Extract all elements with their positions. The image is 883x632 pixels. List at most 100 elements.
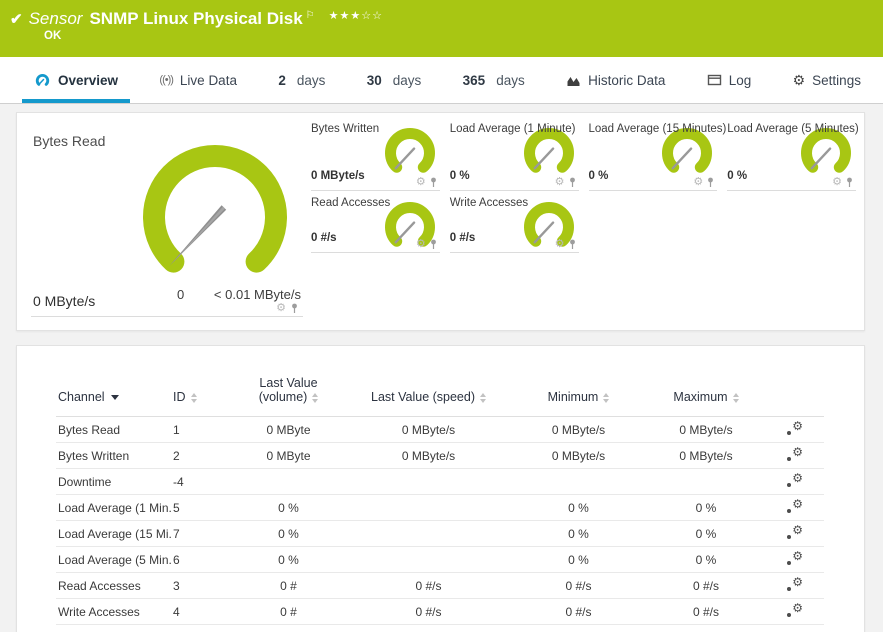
cell-last-value-speed: 0 MByte/s xyxy=(346,442,511,469)
table-row: Load Average (5 Min... 6 0 % 0 % 0 % ⚙ xyxy=(56,546,824,573)
cell-last-value-volume: 0 # xyxy=(231,598,346,625)
gauge-settings-gear-icon[interactable]: ⚙ xyxy=(416,177,426,188)
tab-days-number: 2 xyxy=(278,72,286,88)
gauge-settings-gear-icon[interactable]: ⚙ xyxy=(832,177,842,188)
col-header-last-value-volume[interactable]: Last Value (volume) xyxy=(231,360,346,417)
channel-settings-icon[interactable]: ⚙ xyxy=(787,420,803,436)
sort-icon xyxy=(480,392,486,403)
tab-days-unit: days xyxy=(392,72,422,88)
tab-label: Live Data xyxy=(179,72,237,88)
cell-last-value-speed: 0 #/s xyxy=(346,572,511,599)
cell-maximum: 0 % xyxy=(646,520,766,547)
tab-bar: Overview ((•)) Live Data 2 days 30 days … xyxy=(0,57,883,104)
cell-id: 6 xyxy=(171,546,231,573)
small-gauge-load-average-1min: Load Average (1 Minute) 0 % ⚙ xyxy=(449,121,579,191)
cell-channel: Bytes Written xyxy=(56,442,171,469)
tab-settings[interactable]: ⚙ Settings xyxy=(785,57,869,103)
cell-minimum: 0 MByte/s xyxy=(511,442,646,469)
cell-channel: Load Average (15 Mi... xyxy=(56,520,171,547)
channel-settings-icon[interactable]: ⚙ xyxy=(787,602,803,618)
gauge-title: Read Accesses xyxy=(311,197,391,209)
cell-last-value-volume: 0 MByte xyxy=(231,442,346,469)
log-window-icon xyxy=(707,74,721,86)
cell-id: 7 xyxy=(171,520,231,547)
cell-channel: Load Average (1 Min... xyxy=(56,494,171,521)
channel-settings-icon[interactable]: ⚙ xyxy=(787,446,803,462)
small-gauge-write-accesses: Write Accesses 0 #/s ⚙ xyxy=(449,195,579,253)
tab-2-days[interactable]: 2 days xyxy=(270,57,333,103)
gauge-title: Bytes Written xyxy=(311,123,380,135)
gauge-pin-icon[interactable] xyxy=(845,177,854,188)
tab-days-unit: days xyxy=(496,72,525,88)
cell-minimum: 0 #/s xyxy=(511,572,646,599)
cell-channel: Load Average (5 Min... xyxy=(56,546,171,573)
cell-last-value-speed: 0 #/s xyxy=(346,598,511,625)
small-gauge-load-average-15min: Load Average (15 Minutes) 0 % ⚙ xyxy=(588,121,726,191)
col-header-channel[interactable]: Channel xyxy=(56,360,171,417)
gauge-title: Load Average (1 Minute) xyxy=(449,123,576,135)
gauge-settings-gear-icon[interactable]: ⚙ xyxy=(555,239,565,250)
col-header-minimum[interactable]: Minimum xyxy=(511,360,646,417)
priority-flag-icon[interactable]: ⚐ xyxy=(306,10,315,21)
col-header-id[interactable]: ID xyxy=(171,360,231,417)
gauge-pin-icon[interactable] xyxy=(429,239,438,250)
gauge-scale-min: 0 xyxy=(177,287,185,302)
channel-settings-icon[interactable]: ⚙ xyxy=(787,576,803,592)
cell-minimum xyxy=(511,468,646,495)
status-ok-check-icon: ✔ xyxy=(10,11,23,28)
channels-table: Channel ID Last Value (volume) Last Valu… xyxy=(56,360,824,625)
gauge-dial xyxy=(143,145,287,273)
table-row: Bytes Written 2 0 MByte 0 MByte/s 0 MByt… xyxy=(56,442,824,469)
gauge-pin-icon[interactable] xyxy=(706,177,715,188)
cell-last-value-speed xyxy=(346,520,511,547)
gauge-settings-gear-icon[interactable]: ⚙ xyxy=(416,239,426,250)
gauge-settings-gear-icon[interactable]: ⚙ xyxy=(555,177,565,188)
col-header-last-value-speed[interactable]: Last Value (speed) xyxy=(346,360,511,417)
tab-overview[interactable]: Overview xyxy=(22,57,131,103)
cell-minimum: 0 % xyxy=(511,494,646,521)
channel-settings-icon[interactable]: ⚙ xyxy=(787,524,803,540)
cell-maximum: 0 #/s xyxy=(646,598,766,625)
tab-label: Settings xyxy=(812,72,861,88)
channel-settings-icon[interactable]: ⚙ xyxy=(787,498,803,514)
cell-maximum xyxy=(646,468,766,495)
gauge-pin-icon[interactable] xyxy=(429,177,438,188)
object-kind-label: Sensor xyxy=(28,9,83,28)
gauge-dial xyxy=(384,128,435,173)
cell-last-value-volume: 0 % xyxy=(231,520,346,547)
priority-stars[interactable]: ★★★☆☆ xyxy=(329,9,383,22)
cell-last-value-volume xyxy=(231,468,346,495)
tab-historic-data[interactable]: Historic Data xyxy=(558,57,673,103)
cell-last-value-volume: 0 # xyxy=(231,572,346,599)
sort-icon xyxy=(603,392,610,403)
tab-365-days[interactable]: 365 days xyxy=(455,57,533,103)
sort-desc-icon xyxy=(110,395,119,401)
gauge-scale-max: < 0.01 MByte/s xyxy=(213,287,301,302)
cell-last-value-speed xyxy=(346,546,511,573)
live-signal-icon: ((•)) xyxy=(159,74,173,86)
channel-settings-icon[interactable]: ⚙ xyxy=(787,472,803,488)
tab-30-days[interactable]: 30 days xyxy=(359,57,430,103)
channel-settings-icon[interactable]: ⚙ xyxy=(787,550,803,566)
sort-icon xyxy=(732,392,739,403)
tab-label: Log xyxy=(728,72,752,88)
gauge-icon xyxy=(35,73,50,86)
col-header-maximum[interactable]: Maximum xyxy=(646,360,766,417)
cell-id: 4 xyxy=(171,598,231,625)
gauge-pin-icon[interactable] xyxy=(568,177,577,188)
gauge-title: Write Accesses xyxy=(449,197,529,209)
tab-log[interactable]: Log xyxy=(699,57,760,103)
gauge-settings-gear-icon[interactable]: ⚙ xyxy=(276,303,286,314)
gauge-pin-icon[interactable] xyxy=(290,303,299,314)
small-gauge-load-average-5min: Load Average (5 Minutes) 0 % ⚙ xyxy=(727,121,859,191)
gauge-pin-icon[interactable] xyxy=(568,239,577,250)
gauges-panel: Bytes Read 0 < 0.01 MByte/s 0 MByte/s ⚙ … xyxy=(16,112,865,331)
page-title: SNMP Linux Physical Disk xyxy=(89,9,303,28)
active-tab-underline xyxy=(22,99,131,103)
cell-minimum: 0 MByte/s xyxy=(511,416,646,443)
sensor-status-bar: ✔ Sensor SNMP Linux Physical Disk ⚐ ★★★☆… xyxy=(0,0,883,57)
cell-last-value-speed: 0 MByte/s xyxy=(346,416,511,443)
gauge-current-value: 0 % xyxy=(588,170,609,182)
tab-live-data[interactable]: ((•)) Live Data xyxy=(151,57,245,103)
gauge-settings-gear-icon[interactable]: ⚙ xyxy=(693,177,703,188)
